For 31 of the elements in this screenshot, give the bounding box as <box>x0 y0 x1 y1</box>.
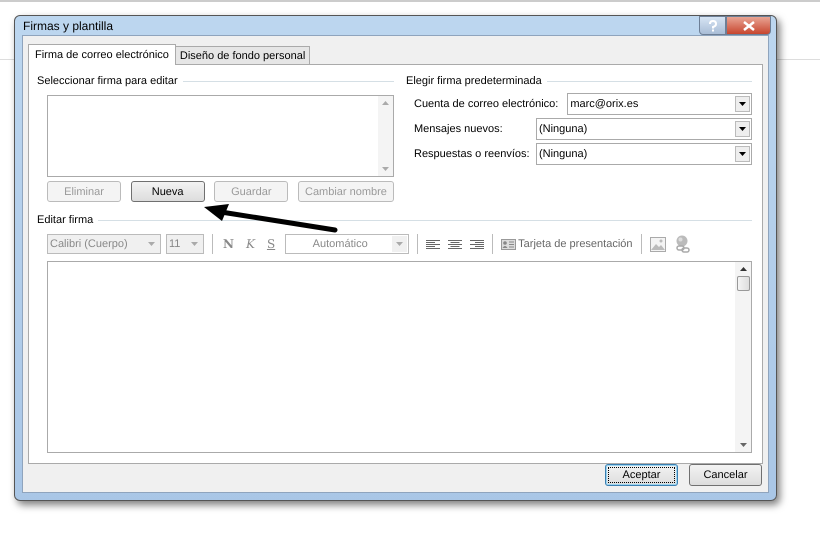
scrollbar[interactable] <box>735 262 751 452</box>
scroll-down-icon[interactable] <box>740 443 746 447</box>
action-button[interactable]: Nueva <box>130 181 205 202</box>
caret-icon <box>148 242 155 246</box>
dropdown[interactable]: marc@orix.es <box>567 93 752 115</box>
dropdown[interactable]: (Ninguna) <box>536 143 752 165</box>
help-icon <box>708 20 718 32</box>
scroll-up-icon[interactable] <box>740 267 746 271</box>
field-label: Respuestas o reenvíos: <box>414 148 531 160</box>
caret-icon <box>739 127 746 131</box>
caret-icon <box>739 102 746 106</box>
close-button[interactable] <box>726 16 771 35</box>
business-card-icon <box>501 238 516 250</box>
caret-icon <box>396 242 404 246</box>
tab[interactable]: Diseño de fondo personal <box>174 46 310 64</box>
dialog-button[interactable]: Cancelar <box>689 464 762 486</box>
tab[interactable]: Firma de correo electrónico <box>28 44 176 65</box>
dropdown[interactable]: (Ninguna) <box>536 118 752 140</box>
group-heading: Elegir firma predeterminada <box>406 75 542 87</box>
dialog-button[interactable]: Aceptar <box>605 464 678 486</box>
group-heading: Editar firma <box>37 214 94 226</box>
scroll-thumb[interactable] <box>736 276 750 291</box>
field-label: Cuenta de correo electrónico: <box>414 98 558 110</box>
group-heading: Seleccionar firma para editar <box>37 75 178 87</box>
caret-icon <box>191 242 198 246</box>
help-button[interactable] <box>699 16 726 35</box>
field-label: Mensajes nuevos: <box>414 123 504 135</box>
caret-icon <box>739 152 746 156</box>
close-icon <box>742 20 754 30</box>
window-title: Firmas y plantilla <box>22 18 114 32</box>
signature-list[interactable] <box>47 95 394 177</box>
